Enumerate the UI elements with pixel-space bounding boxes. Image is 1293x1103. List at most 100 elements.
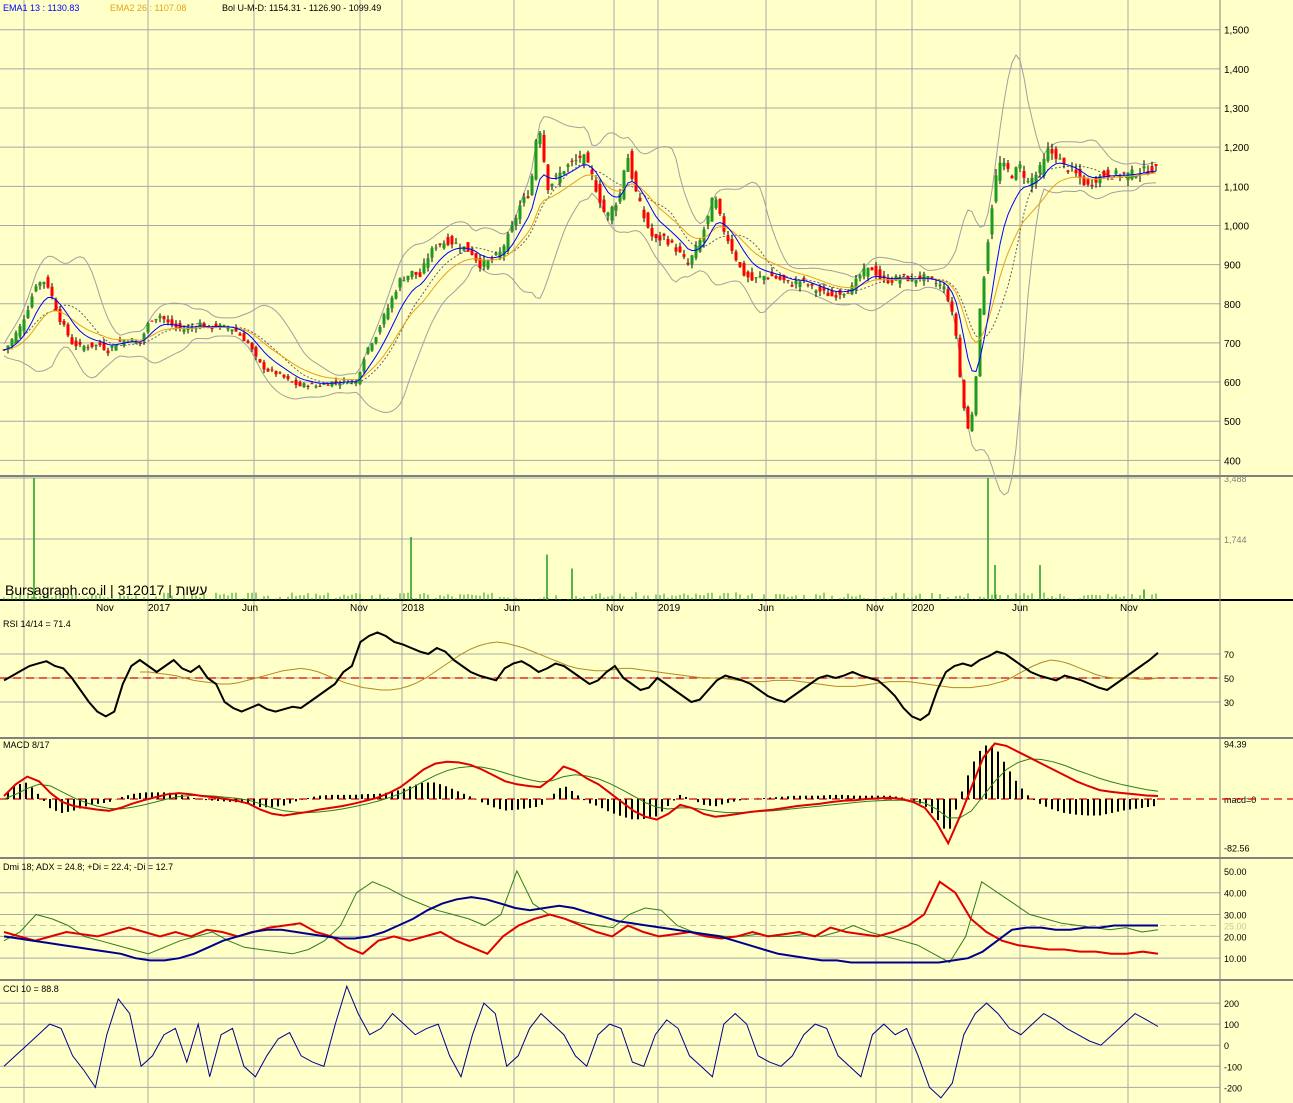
candle-body — [606, 212, 610, 216]
candle-body — [94, 344, 98, 347]
time-tick-label: Nov — [96, 603, 114, 614]
price-tick-label: 1,200 — [1224, 143, 1249, 154]
cci-panel: CCI 10 = 88.8 200 100 0 -100 -200 — [3, 984, 1242, 1099]
candle-body — [694, 245, 698, 258]
candle-body — [986, 242, 990, 272]
candle-body — [434, 247, 438, 249]
candle-body — [26, 310, 30, 318]
candle-body — [210, 327, 214, 330]
price-tick-label: 900 — [1224, 261, 1241, 272]
dmi-tick-label: 30.00 — [1224, 911, 1247, 921]
candle-body — [646, 212, 650, 228]
candle-body — [274, 370, 278, 375]
candle-body — [742, 263, 746, 276]
candle-body — [334, 380, 338, 383]
candle-body — [962, 379, 966, 409]
rsi-tick-label: 30 — [1224, 698, 1234, 708]
candle-body — [878, 269, 882, 279]
candle-body — [362, 359, 366, 372]
candle-body — [758, 275, 762, 277]
macd-axis: 94.39 macd=0 -82.56 — [0, 740, 1293, 853]
candle-body — [494, 252, 498, 255]
candle-body — [86, 347, 90, 349]
price-tick-label: 1,000 — [1224, 221, 1249, 232]
candle-body — [866, 267, 870, 277]
candle-body — [734, 251, 738, 261]
candle-body — [450, 236, 454, 245]
candle-body — [970, 414, 974, 431]
candle-body — [18, 326, 22, 337]
time-tick-label: 2019 — [658, 603, 681, 614]
price-tick-label: 600 — [1224, 378, 1241, 389]
candle-body — [994, 175, 998, 202]
candle-body — [598, 183, 602, 204]
candle-body — [670, 240, 674, 243]
candle-body — [1058, 158, 1062, 160]
candle-body — [974, 376, 978, 415]
ema1-legend: EMA1 13 : 1130.83 — [3, 3, 79, 13]
bollinger-legend: Bol U-M-D: 1154.31 - 1126.90 - 1099.49 — [222, 3, 381, 13]
candle-body — [118, 340, 122, 342]
candle-body — [1026, 180, 1030, 182]
candle-body — [390, 297, 394, 309]
candle-body — [1134, 176, 1138, 178]
candle-body — [78, 341, 82, 345]
candle-body — [486, 260, 490, 269]
candle-body — [778, 276, 782, 280]
candle-body — [426, 258, 430, 268]
candle-body — [330, 381, 334, 387]
candle-body — [674, 247, 678, 252]
candle-body — [1154, 163, 1158, 166]
stock-chart: EMA1 13 : 1130.83 EMA2 26 : 1107.08 Bol … — [0, 0, 1293, 1103]
candle-body — [926, 276, 930, 278]
candle-body — [574, 160, 578, 162]
candle-body — [418, 272, 422, 277]
candle-body — [582, 154, 586, 164]
candle-body — [934, 283, 938, 285]
candle-body — [958, 337, 962, 377]
cci-tick-label: -100 — [1224, 1062, 1242, 1072]
candle-body — [166, 319, 170, 323]
candle-body — [514, 218, 518, 226]
candle-body — [666, 238, 670, 245]
candle-body — [314, 386, 318, 388]
price-tick-label: 700 — [1224, 339, 1241, 350]
candle-body — [318, 385, 322, 387]
candle-body — [70, 337, 74, 345]
candle-body — [950, 301, 954, 312]
time-tick-label: 2020 — [912, 603, 935, 614]
candle-body — [30, 296, 34, 308]
candle-body — [366, 347, 370, 354]
candle-body — [42, 282, 46, 285]
time-tick-label: Nov — [866, 603, 884, 614]
volume-tick-label: 1,744 — [1224, 535, 1247, 545]
time-tick-label: Jun — [758, 603, 774, 614]
candle-body — [806, 284, 810, 286]
candle-body — [626, 157, 630, 172]
candle-body — [1062, 157, 1066, 165]
candle-body — [1050, 149, 1054, 154]
candle-body — [310, 383, 314, 385]
candle-body — [790, 285, 794, 287]
cci-tick-label: -200 — [1224, 1083, 1242, 1093]
candle-body — [526, 196, 530, 199]
candle-body — [966, 406, 970, 429]
ema2-line — [3, 172, 1157, 381]
candle-body — [498, 251, 502, 259]
price-tick-label: 1,100 — [1224, 182, 1249, 193]
candle-body — [566, 164, 570, 168]
dmi-tick-label: 10.00 — [1224, 954, 1247, 964]
candle-body — [578, 155, 582, 158]
candle-body — [698, 240, 702, 252]
candle-body — [1014, 167, 1018, 180]
candle-body — [838, 289, 842, 295]
candle-body — [346, 382, 350, 384]
candle-body — [1074, 169, 1078, 174]
time-tick-label: 2018 — [402, 603, 425, 614]
rsi-signal-line — [140, 641, 1159, 691]
candle-body — [610, 206, 614, 221]
candle-body — [22, 319, 26, 332]
candle-body — [1018, 164, 1022, 169]
candle-body — [34, 286, 38, 292]
candle-body — [834, 295, 838, 298]
